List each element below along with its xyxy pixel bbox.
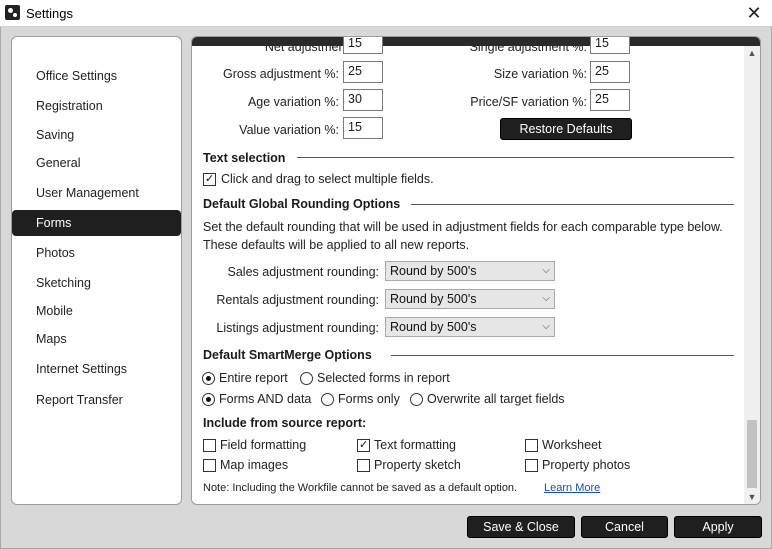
section-divider xyxy=(411,204,734,205)
sidebar-item-report-transfer[interactable]: Report Transfer xyxy=(12,387,181,413)
size-variation-label: Size variation %: xyxy=(493,67,587,81)
rentals-rounding-select[interactable]: Round by 500's ⌵ xyxy=(385,289,555,309)
click-drag-select-checkbox[interactable] xyxy=(203,172,216,186)
price-sf-variation-input[interactable]: 25 xyxy=(590,89,630,111)
panel-header-bar xyxy=(192,37,760,46)
sidebar-item-user-management[interactable]: User Management xyxy=(12,180,181,206)
section-divider xyxy=(391,355,734,356)
entire-report-radio[interactable] xyxy=(202,372,215,385)
workfile-note: Note: Including the Workfile cannot be s… xyxy=(203,482,518,494)
sidebar-item-sketching[interactable]: Sketching xyxy=(12,270,181,296)
forms-and-data-label: Forms AND data xyxy=(219,392,312,406)
listings-rounding-label: Listings adjustment rounding: xyxy=(216,321,379,335)
worksheet-label: Worksheet xyxy=(542,438,602,452)
sidebar-item-mobile[interactable]: Mobile xyxy=(12,298,181,324)
window-title: Settings xyxy=(26,6,73,21)
forms-and-data-radio[interactable] xyxy=(202,393,215,406)
rentals-rounding-value: Round by 500's xyxy=(390,292,477,306)
save-close-button[interactable]: Save & Close xyxy=(467,516,575,538)
sidebar-item-maps[interactable]: Maps xyxy=(12,326,181,352)
property-sketch-checkbox[interactable] xyxy=(357,459,370,472)
property-sketch-label: Property sketch xyxy=(374,458,461,472)
sales-rounding-label: Sales adjustment rounding: xyxy=(227,265,379,279)
chevron-down-icon: ⌵ xyxy=(542,293,550,304)
chevron-down-icon: ⌵ xyxy=(542,321,550,332)
cancel-button[interactable]: Cancel xyxy=(581,516,668,538)
sidebar-item-forms[interactable]: Forms xyxy=(12,210,181,236)
field-formatting-label: Field formatting xyxy=(220,438,307,452)
rentals-rounding-label: Rentals adjustment rounding: xyxy=(216,293,379,307)
smartmerge-options-title: Default SmartMerge Options xyxy=(203,348,372,362)
sales-rounding-select[interactable]: Round by 500's ⌵ xyxy=(385,261,555,281)
learn-more-link[interactable]: Learn More xyxy=(544,482,600,494)
vertical-scrollbar[interactable]: ▲ ▼ xyxy=(744,46,760,504)
sidebar-item-registration[interactable]: Registration xyxy=(12,93,181,119)
age-variation-input[interactable]: 30 xyxy=(343,89,383,111)
net-adjustment-input[interactable]: 15 xyxy=(343,37,383,54)
sidebar-item-internet-settings[interactable]: Internet Settings xyxy=(12,356,181,382)
text-formatting-checkbox[interactable] xyxy=(357,438,370,452)
rounding-description-2: These defaults will be applied to all ne… xyxy=(203,238,470,252)
forms-only-label: Forms only xyxy=(338,392,400,406)
selected-forms-radio[interactable] xyxy=(300,372,313,385)
sidebar-item-saving[interactable]: Saving xyxy=(12,122,181,148)
entire-report-label: Entire report xyxy=(219,371,288,385)
net-adjustment-label: Net adjustment %: xyxy=(264,46,367,54)
text-formatting-label: Text formatting xyxy=(374,438,456,452)
listings-rounding-select[interactable]: Round by 500's ⌵ xyxy=(385,317,555,337)
close-icon[interactable]: ✕ xyxy=(744,3,764,23)
gross-adjustment-label: Gross adjustment %: xyxy=(222,67,339,81)
overwrite-fields-label: Overwrite all target fields xyxy=(427,392,565,406)
property-photos-label: Property photos xyxy=(542,458,631,472)
size-variation-input[interactable]: 25 xyxy=(590,61,630,83)
rounding-options-title: Default Global Rounding Options xyxy=(203,197,401,211)
chevron-down-icon: ⌵ xyxy=(542,265,550,276)
gross-adjustment-input[interactable]: 25 xyxy=(343,61,383,83)
value-variation-input[interactable]: 15 xyxy=(343,117,383,139)
include-source-title: Include from source report: xyxy=(203,416,367,430)
sidebar-item-photos[interactable]: Photos xyxy=(12,240,181,266)
rounding-description-1: Set the default rounding that will be us… xyxy=(203,220,723,234)
sidebar-item-general[interactable]: General xyxy=(12,150,181,176)
scroll-up-icon[interactable]: ▲ xyxy=(744,46,760,60)
section-divider xyxy=(297,157,734,158)
single-adjustment-input[interactable]: 15 xyxy=(590,37,630,54)
restore-defaults-button[interactable]: Restore Defaults xyxy=(500,118,632,140)
click-drag-select-label: Click and drag to select multiple fields… xyxy=(221,172,434,186)
sidebar: Office Settings Registration Saving Gene… xyxy=(11,36,182,505)
overwrite-fields-radio[interactable] xyxy=(410,393,423,406)
sales-rounding-value: Round by 500's xyxy=(390,264,477,278)
single-adjustment-label: Single adjustment %: xyxy=(469,46,587,54)
value-variation-label: Value variation %: xyxy=(239,123,339,137)
title-bar: Settings ✕ xyxy=(0,0,772,27)
sidebar-item-office-settings[interactable]: Office Settings xyxy=(12,63,181,89)
app-icon xyxy=(5,5,20,20)
forms-only-radio[interactable] xyxy=(321,393,334,406)
map-images-label: Map images xyxy=(220,458,289,472)
text-selection-title: Text selection xyxy=(203,151,286,165)
age-variation-label: Age variation %: xyxy=(247,95,339,109)
scroll-down-icon[interactable]: ▼ xyxy=(744,490,760,504)
price-sf-variation-label: Price/SF variation %: xyxy=(470,95,587,109)
selected-forms-label: Selected forms in report xyxy=(317,371,450,385)
scroll-thumb[interactable] xyxy=(747,420,757,488)
forms-settings-panel: Net adjustment %: 15 Single adjustment %… xyxy=(191,36,761,505)
map-images-checkbox[interactable] xyxy=(203,459,216,472)
property-photos-checkbox[interactable] xyxy=(525,459,538,472)
apply-button[interactable]: Apply xyxy=(674,516,762,538)
worksheet-checkbox[interactable] xyxy=(525,439,538,452)
field-formatting-checkbox[interactable] xyxy=(203,439,216,452)
listings-rounding-value: Round by 500's xyxy=(390,320,477,334)
